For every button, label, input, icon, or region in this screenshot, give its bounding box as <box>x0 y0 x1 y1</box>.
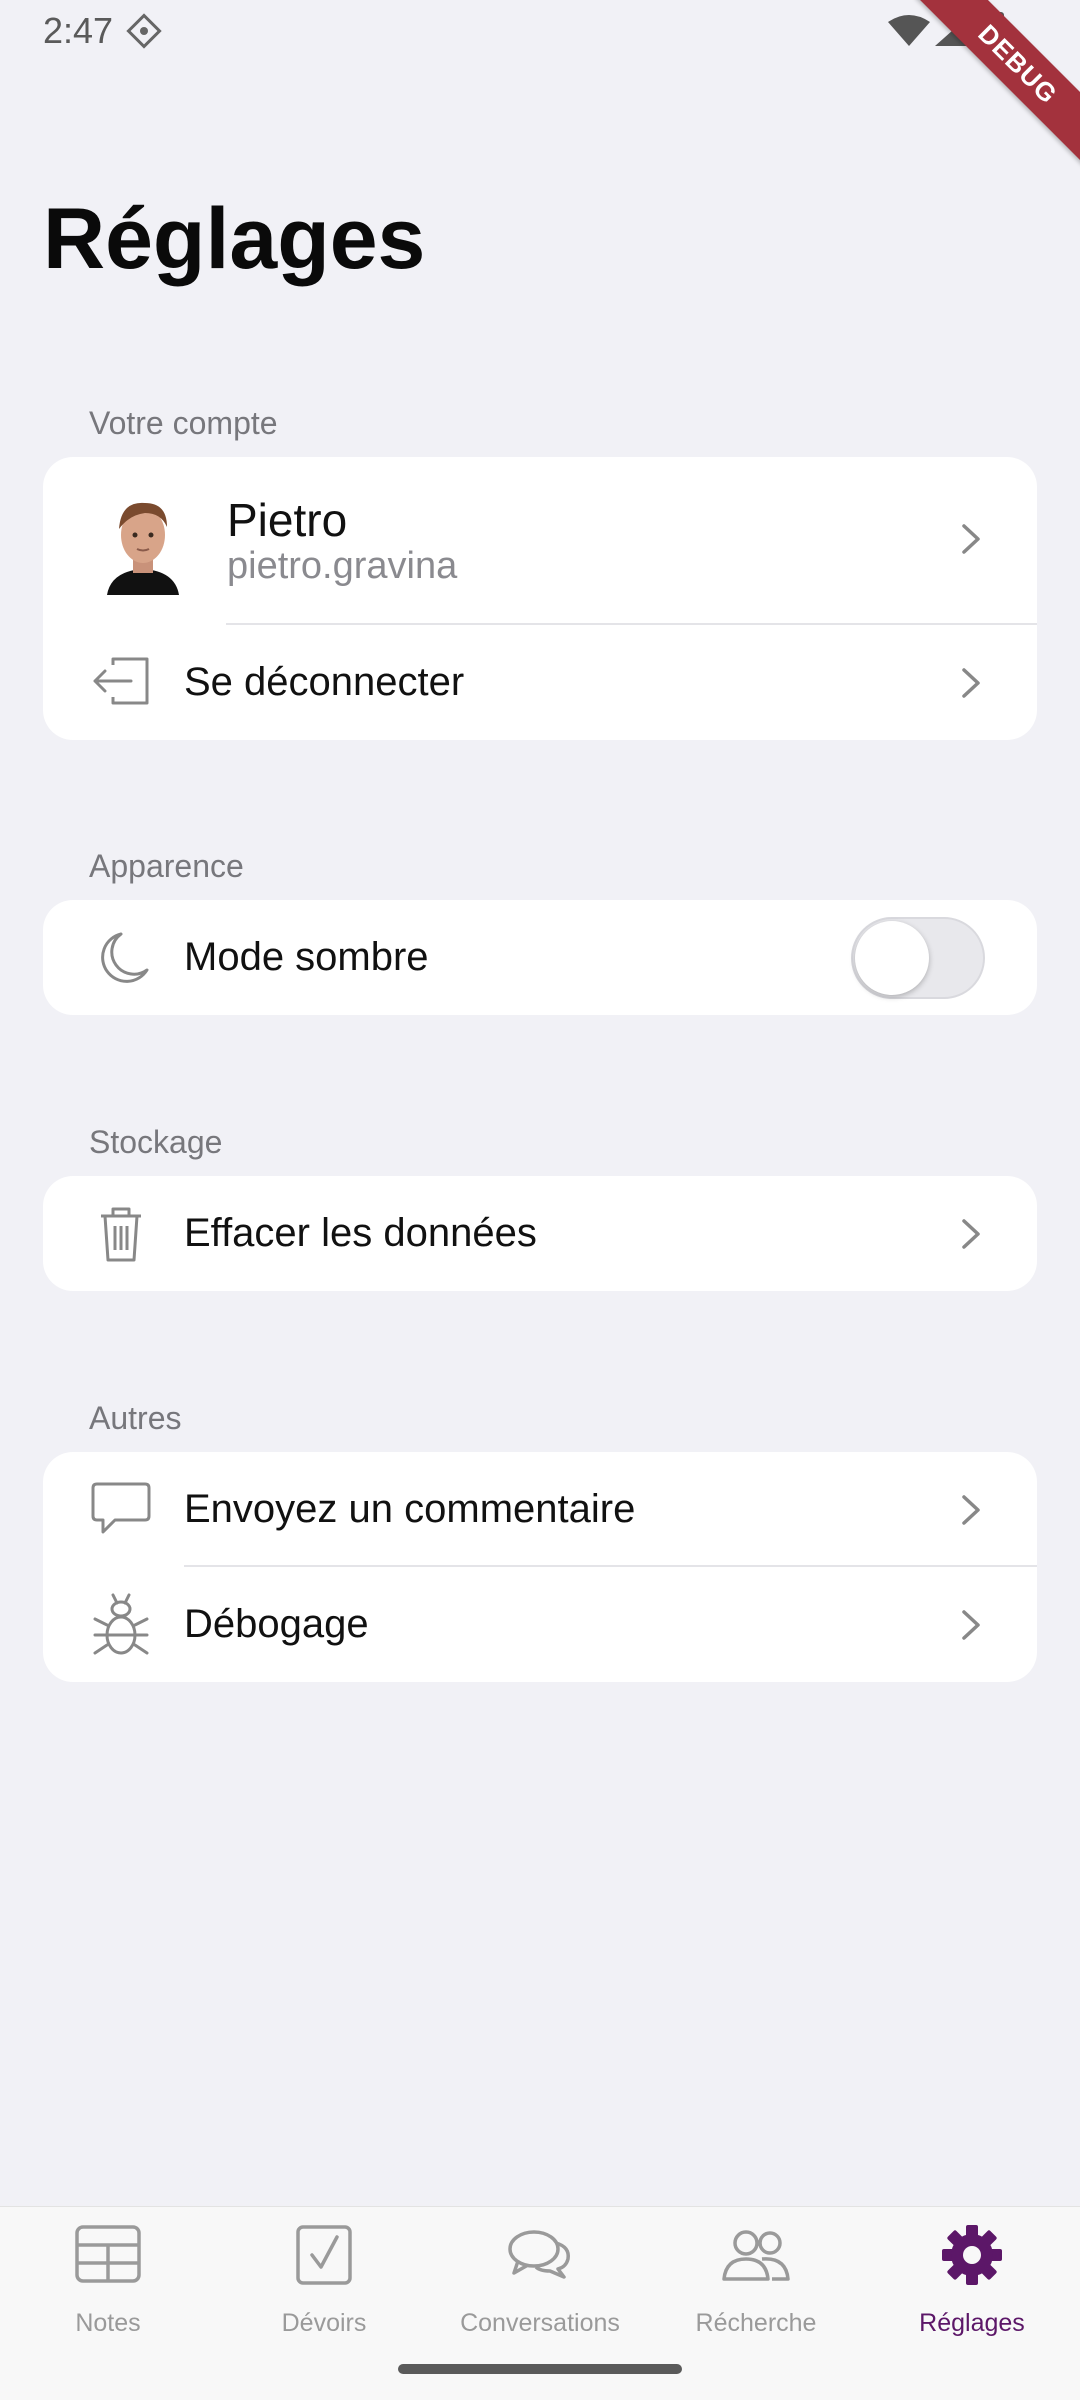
checkbox-icon <box>290 2221 358 2289</box>
grid-table-icon <box>74 2221 142 2289</box>
moon-icon <box>91 930 151 991</box>
chat-bubbles-icon <box>506 2221 574 2289</box>
clear-data-label: Effacer les données <box>184 1211 537 1255</box>
home-indicator[interactable] <box>398 2364 682 2374</box>
logout-label: Se déconnecter <box>184 660 465 704</box>
account-card: Pietro pietro.gravina Se déconnecter <box>43 457 1037 740</box>
chevron-right-icon <box>961 1494 981 1531</box>
others-card: Envoyez un commentaire Débogage <box>43 1452 1037 1682</box>
section-label-others: Autres <box>89 1400 182 1436</box>
storage-card: Effacer les données <box>43 1176 1037 1291</box>
logout-row[interactable]: Se déconnecter <box>43 625 1037 740</box>
debug-row[interactable]: Débogage <box>43 1567 1037 1682</box>
chevron-right-icon <box>961 667 981 704</box>
appearance-card: Mode sombre <box>43 900 1037 1015</box>
profile-handle: pietro.gravina <box>227 545 458 587</box>
debug-label: Débogage <box>184 1602 369 1646</box>
bug-icon <box>91 1591 151 1662</box>
chevron-right-icon <box>961 1609 981 1646</box>
nav-label-reglages: Réglages <box>919 2309 1025 2337</box>
profile-row[interactable]: Pietro pietro.gravina <box>43 457 1037 625</box>
people-icon <box>722 2221 790 2289</box>
page-title: Réglages <box>43 191 426 287</box>
nav-label-notes: Notes <box>75 2309 141 2337</box>
toggle-knob <box>855 921 929 995</box>
profile-name: Pietro <box>227 494 348 546</box>
nav-item-reglages[interactable]: Réglages <box>864 2207 1080 2400</box>
settings-screen: 2:47 DEBUG Réglages Votre compte Pietro … <box>0 0 1080 2400</box>
gear-icon <box>938 2221 1006 2289</box>
chevron-right-icon <box>961 1218 981 1255</box>
nav-item-notes[interactable]: Notes <box>0 2207 216 2400</box>
avatar <box>101 491 185 595</box>
nav-label-recherche: Récherche <box>695 2309 817 2337</box>
notification-icon <box>125 12 163 55</box>
comment-icon <box>91 1480 151 1543</box>
status-bar: 2:47 <box>0 0 1080 64</box>
section-label-storage: Stockage <box>89 1124 223 1160</box>
feedback-label: Envoyez un commentaire <box>184 1487 636 1531</box>
dark-mode-row: Mode sombre <box>43 900 1037 1015</box>
feedback-row[interactable]: Envoyez un commentaire <box>43 1452 1037 1567</box>
dark-mode-label: Mode sombre <box>184 935 429 979</box>
section-label-appearance: Apparence <box>89 848 244 884</box>
dark-mode-toggle[interactable] <box>851 917 985 999</box>
nav-label-conversations: Conversations <box>460 2309 620 2337</box>
logout-icon <box>91 655 151 712</box>
status-time: 2:47 <box>43 10 114 51</box>
wifi-icon <box>888 14 930 51</box>
trash-icon <box>91 1204 151 1269</box>
chevron-right-icon <box>961 523 981 560</box>
nav-label-devoirs: Dévoirs <box>281 2309 367 2337</box>
clear-data-row[interactable]: Effacer les données <box>43 1176 1037 1291</box>
section-label-account: Votre compte <box>89 405 278 441</box>
